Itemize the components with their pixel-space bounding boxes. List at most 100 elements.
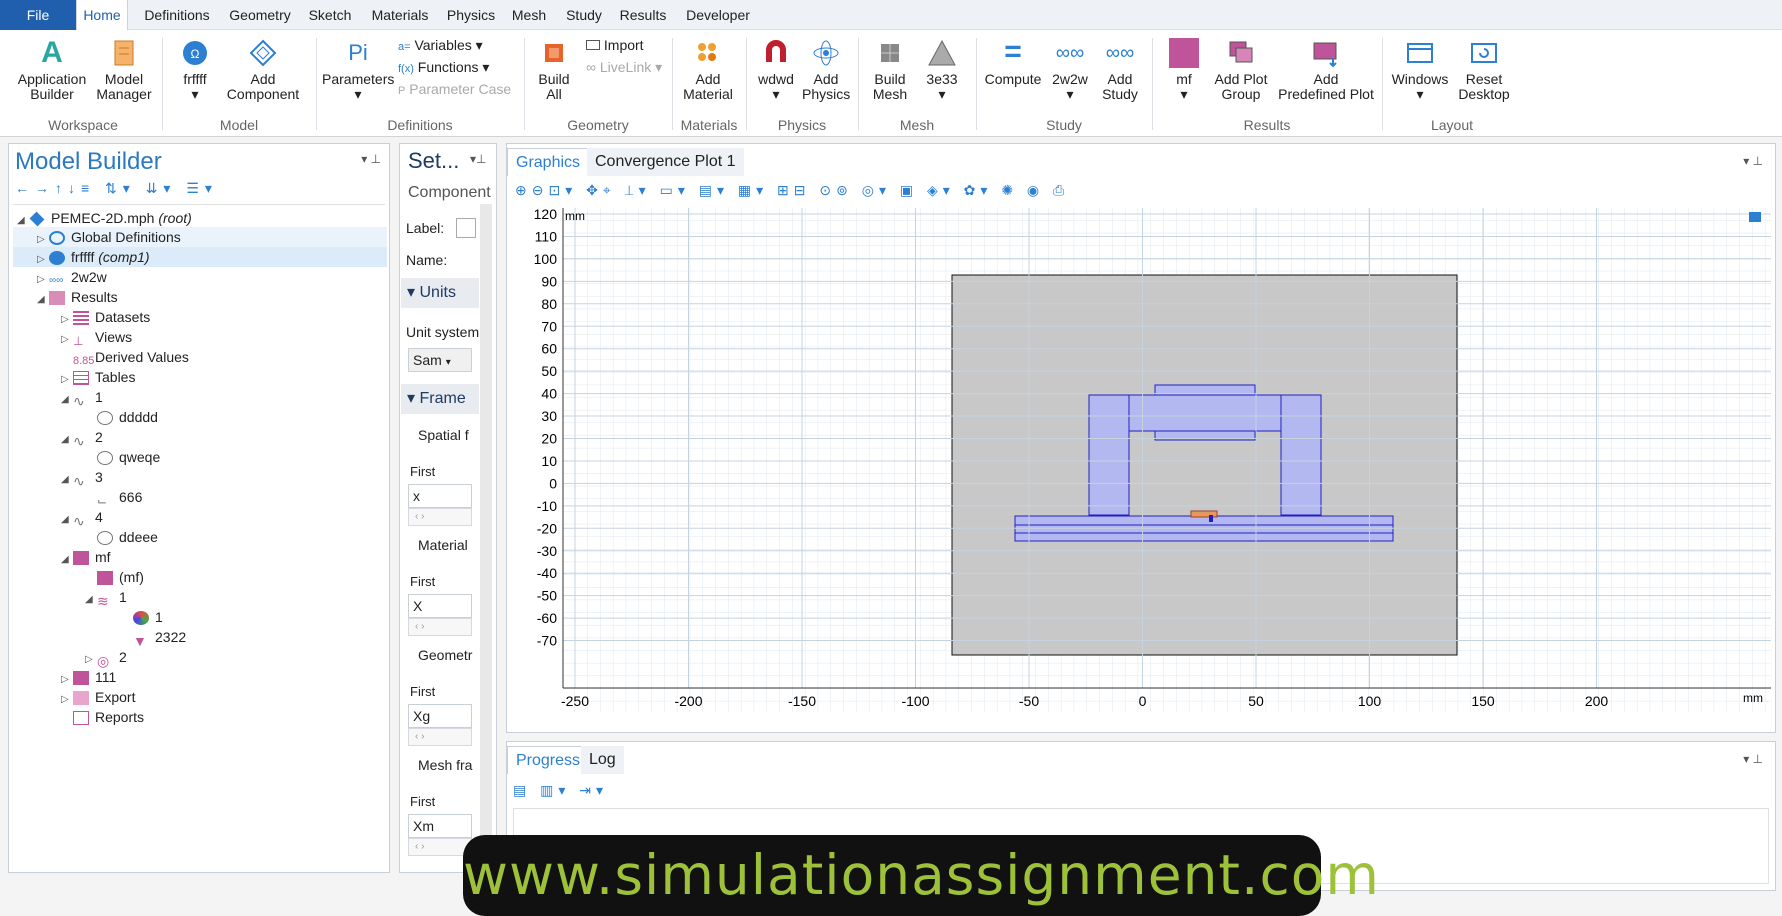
panel-menu-icon[interactable]: ▾ ⊥ xyxy=(1743,154,1763,168)
panel-menu-icon[interactable]: ▾ ⊥ xyxy=(361,152,381,166)
plot-2d-icon xyxy=(73,671,89,686)
tree-item-plot-4-child[interactable]: ddeee xyxy=(97,527,158,547)
group-label-geometry: Geometry xyxy=(567,117,629,133)
add-study-button[interactable]: ∞∞ Add Study xyxy=(1096,38,1144,102)
spatial-stepper[interactable]: ‹ › xyxy=(408,508,472,526)
watermark-banner: www.simulationassignment.com xyxy=(463,835,1379,916)
result-group-button[interactable]: mf ▾ xyxy=(1162,38,1206,102)
tab-results[interactable]: Results xyxy=(614,0,672,30)
panel-menu-icon[interactable]: ▾ ⊥ xyxy=(1743,752,1763,766)
tree-toolbar[interactable]: ←→↑↓≡ ⇅▾ ⇊▾ ☰▾ xyxy=(15,180,218,197)
physics-button[interactable]: wdwd ▾ xyxy=(752,38,800,102)
variables-button[interactable]: a= Variables ▾ xyxy=(398,36,483,56)
tree-item-plot-3[interactable]: ◢ ∿ 3 xyxy=(61,467,103,489)
mesh-button[interactable]: 3e33 ▾ xyxy=(918,38,966,102)
sensor-probe xyxy=(1209,515,1213,522)
panel-menu-icon[interactable]: ▾⊥ xyxy=(470,152,486,166)
tree-item-datasets[interactable]: ▷ Datasets xyxy=(61,307,150,327)
application-builder-button[interactable]: A Application Builder xyxy=(10,38,94,102)
tab-developer[interactable]: Developer xyxy=(676,0,760,30)
reset-desktop-button[interactable]: Reset Desktop xyxy=(1448,38,1520,102)
add-component-button[interactable]: Add Component xyxy=(220,38,306,102)
livelink-button[interactable]: ∞ LiveLink ▾ xyxy=(586,58,662,76)
tab-sketch[interactable]: Sketch xyxy=(302,0,358,30)
tab-log[interactable]: Log xyxy=(581,746,624,774)
geometry-plot[interactable]: -250 -200 -150 -100 -50 0 50 100 150 200 12011010… xyxy=(507,202,1775,712)
view-cube-icon[interactable] xyxy=(1749,212,1761,222)
tab-geometry[interactable]: Geometry xyxy=(222,0,298,30)
progress-toolbar[interactable]: ▤ ▥▾ ⇥▾ xyxy=(513,782,608,799)
tree-item-views[interactable]: ▷ ⊥ Views xyxy=(61,327,132,348)
label-icon-button[interactable] xyxy=(456,218,476,238)
import-button[interactable]: Import xyxy=(586,36,644,54)
tree-item-export[interactable]: ▷ Export xyxy=(61,687,135,707)
tree-item-plot-3-child[interactable]: ⌙ 666 xyxy=(97,487,142,508)
tab-home[interactable]: Home xyxy=(76,0,128,30)
derived-values-icon: 8.85 xyxy=(73,355,95,368)
tab-study[interactable]: Study xyxy=(558,0,610,30)
tree-item-mf-2[interactable]: ▷ ◎ 2 xyxy=(85,647,127,669)
component-button[interactable]: Ω frffff ▾ xyxy=(172,38,218,102)
tree-item-plot-1[interactable]: ◢ ∿ 1 xyxy=(61,387,103,410)
geometry-frame-caption: Geometr xyxy=(418,647,473,663)
y-tick-label: -20 xyxy=(537,520,557,536)
build-mesh-button[interactable]: Build Mesh xyxy=(866,38,914,102)
tables-icon xyxy=(73,371,89,386)
mesh-frame-field[interactable]: Xm xyxy=(408,814,472,838)
add-predefined-plot-button[interactable]: Add Predefined Plot xyxy=(1274,38,1378,102)
tab-file[interactable]: File xyxy=(0,0,76,30)
spatial-frame-field[interactable]: x xyxy=(408,484,472,508)
component-icon xyxy=(49,251,65,266)
tree-item-mf-surface[interactable]: (mf) xyxy=(97,567,144,587)
add-plot-group-button[interactable]: Add Plot Group xyxy=(1206,38,1276,102)
section-frames[interactable]: ▾ Frame xyxy=(401,384,479,414)
tree-item-plot-1-child[interactable]: ddddd xyxy=(97,407,158,427)
tree-item-mf-1-2[interactable]: ▼ 2322 xyxy=(133,627,186,649)
build-all-button[interactable]: Build All xyxy=(530,38,578,102)
unit-system-select[interactable]: Sam ▾ xyxy=(408,348,472,372)
tree-item-derived-values[interactable]: 8.85Derived Values xyxy=(73,347,189,367)
tree-item-tables[interactable]: ▷ Tables xyxy=(61,367,135,387)
compute-button[interactable]: = Compute xyxy=(980,37,1046,87)
material-frame-field[interactable]: X xyxy=(408,594,472,618)
tree-item-study[interactable]: ▷ ∞∞ 2w2w xyxy=(37,267,107,287)
tree-item-component[interactable]: ▷ frffff (comp1) xyxy=(13,247,387,267)
tab-mesh[interactable]: Mesh xyxy=(504,0,554,30)
settings-scrollbar[interactable] xyxy=(480,204,492,869)
tree-item-plot-2-child[interactable]: qweqe xyxy=(97,447,160,467)
study-button[interactable]: ∞∞ 2w2w ▾ xyxy=(1048,38,1092,102)
plot-1d-icon: ∿ xyxy=(73,393,85,410)
datasets-icon xyxy=(73,311,89,326)
tree-item-global-definitions[interactable]: ▷ Global Definitions xyxy=(13,227,387,247)
tab-materials[interactable]: Materials xyxy=(362,0,438,30)
functions-button[interactable]: f(x) Functions ▾ xyxy=(398,58,489,78)
model-manager-button[interactable]: Model Manager xyxy=(96,38,152,102)
tab-definitions[interactable]: Definitions xyxy=(134,0,220,30)
tree-item-root[interactable]: ◢ PEMEC-2D.mph (root) xyxy=(17,208,192,228)
graphics-toolbar[interactable]: ⊕⊖⊡▾ ✥⌖ ⟂▾ ▭▾ ▤▾ ▦▾ ⊞⊟ ⊙⊚ ◎▾ ▣ ◈▾ ✿▾ ✺ ◉… xyxy=(515,182,1069,199)
geometry-stepper[interactable]: ‹ › xyxy=(408,728,472,746)
tree-item-mf[interactable]: ◢ mf xyxy=(61,547,111,567)
left-leg xyxy=(1088,394,1130,516)
section-units[interactable]: ▾ Units xyxy=(401,278,479,308)
tree-item-plot-2[interactable]: ◢ ∿ 2 xyxy=(61,427,103,449)
tree-item-results[interactable]: ◢ Results xyxy=(37,287,118,307)
tab-graphics[interactable]: Graphics xyxy=(507,148,590,176)
parameters-button[interactable]: Pi Parameters ▾ xyxy=(322,38,394,102)
parameter-case-button[interactable]: P Parameter Case xyxy=(398,80,511,100)
tree-item-plot-4[interactable]: ◢ ∿ 4 xyxy=(61,507,103,529)
geometry-frame-field[interactable]: Xg xyxy=(408,704,472,728)
material-stepper[interactable]: ‹ › xyxy=(408,618,472,636)
tree-item-111[interactable]: ▷ 111 xyxy=(61,667,116,687)
tree-item-mf-1-1[interactable]: 1 xyxy=(133,607,163,627)
add-physics-button[interactable]: Add Physics xyxy=(802,38,850,102)
tree-item-mf-1[interactable]: ◢ ≋ 1 xyxy=(85,587,127,609)
tab-physics[interactable]: Physics xyxy=(442,0,500,30)
spatial-frame-caption: Spatial f xyxy=(418,427,469,443)
add-material-button[interactable]: Add Material xyxy=(676,38,740,102)
tab-convergence-plot[interactable]: Convergence Plot 1 xyxy=(587,148,744,176)
tree-item-reports[interactable]: Reports xyxy=(73,707,144,727)
windows-button[interactable]: Windows ▾ xyxy=(1388,38,1452,102)
tab-progress[interactable]: Progress xyxy=(507,746,590,774)
y-tick-label: 40 xyxy=(541,386,557,402)
